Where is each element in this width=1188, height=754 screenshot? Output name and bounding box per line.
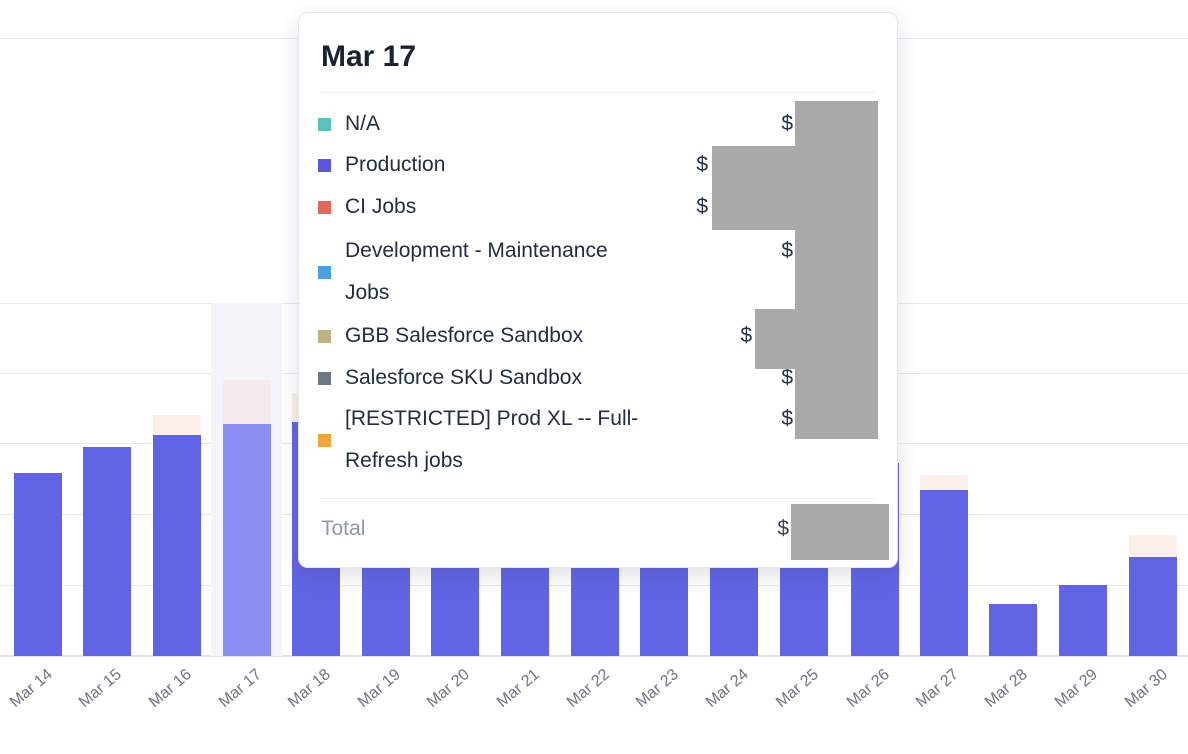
x-tick-label-mar-26: Mar 26 — [844, 666, 894, 712]
bar-segment-production — [83, 447, 131, 656]
x-tick-label-mar-24: Mar 24 — [703, 666, 753, 712]
bar-segment-cap — [153, 415, 201, 435]
x-tick-label-mar-20: Mar 20 — [424, 666, 474, 712]
x-tick-label-mar-27: Mar 27 — [913, 666, 963, 712]
bar-segment-cap — [920, 475, 968, 490]
x-tick-label-mar-18: Mar 18 — [285, 666, 335, 712]
x-tick-label-mar-16: Mar 16 — [146, 666, 196, 712]
tooltip-series-label: N/A — [345, 103, 380, 145]
bar-mar-28[interactable] — [989, 604, 1037, 656]
x-tick-label-mar-14: Mar 14 — [7, 666, 57, 712]
tooltip-value-currency: $ — [696, 186, 708, 228]
tooltip-value-currency: $ — [781, 103, 793, 145]
bar-mar-29[interactable] — [1059, 585, 1107, 656]
bar-segment-production — [989, 604, 1037, 656]
tooltip-total-currency: $ — [777, 508, 789, 550]
x-tick-label-mar-19: Mar 19 — [355, 666, 405, 712]
bar-mar-15[interactable] — [83, 447, 131, 656]
legend-swatch-n-a — [318, 118, 331, 131]
bar-segment-production — [920, 490, 968, 656]
chart-tooltip: Mar 17 N/A $ Production $ CI Jobs $ Developmen… — [298, 12, 898, 568]
tooltip-divider-top — [321, 92, 875, 93]
tooltip-series-label: GBB Salesforce Sandbox — [345, 315, 583, 357]
legend-swatch-ci-jobs — [318, 201, 331, 214]
cost-over-time-chart: Mar 14 Mar 15 Mar 16 Mar 17 Mar 18 Mar 19 Mar … — [0, 0, 1188, 754]
bar-segment-production — [153, 435, 201, 656]
x-tick-label-mar-25: Mar 25 — [773, 666, 823, 712]
x-tick-label-mar-29: Mar 29 — [1052, 666, 1102, 712]
legend-swatch-gbb-salesforce-sandbox — [318, 330, 331, 343]
tooltip-series-label: Production — [345, 144, 445, 186]
bar-segment-production — [1059, 585, 1107, 656]
x-tick-label-mar-28: Mar 28 — [982, 666, 1032, 712]
x-tick-label-mar-23: Mar 23 — [633, 666, 683, 712]
bar-segment-production — [223, 424, 271, 656]
bar-segment-cap — [1129, 535, 1177, 557]
x-tick-label-mar-22: Mar 22 — [564, 666, 614, 712]
redaction-box-value-total — [791, 504, 889, 560]
tooltip-series-label: [RESTRICTED] Prod XL -- Full- Refresh jo… — [345, 398, 638, 482]
legend-swatch-development-maintenance-jobs — [318, 266, 331, 279]
tooltip-value-currency: $ — [781, 398, 793, 440]
x-tick-label-mar-21: Mar 21 — [494, 666, 544, 712]
tooltip-value-currency: $ — [781, 230, 793, 272]
tooltip-value-currency: $ — [696, 144, 708, 186]
x-tick-label-mar-17: Mar 17 — [216, 666, 266, 712]
tooltip-series-label: Salesforce SKU Sandbox — [345, 357, 582, 399]
tooltip-value-currency: $ — [740, 315, 752, 357]
bar-mar-16[interactable] — [153, 415, 201, 656]
bar-segment-cap — [223, 380, 271, 424]
bar-mar-27[interactable] — [920, 475, 968, 656]
tooltip-divider-bottom — [321, 498, 875, 499]
tooltip-series-label: Development - Maintenance Jobs — [345, 230, 608, 314]
x-tick-label-mar-30: Mar 30 — [1122, 666, 1172, 712]
legend-swatch-production — [318, 159, 331, 172]
redaction-box-values-na-to-restricted — [795, 101, 878, 439]
tooltip-title: Mar 17 — [321, 40, 416, 74]
bar-segment-production — [14, 473, 62, 656]
redaction-box-value-gbb — [755, 309, 795, 369]
x-tick-label-mar-15: Mar 15 — [76, 666, 126, 712]
bar-segment-production — [1129, 557, 1177, 656]
tooltip-series-label: CI Jobs — [345, 186, 416, 228]
legend-swatch-restricted-prod-xl-full-refresh-jobs — [318, 434, 331, 447]
bar-mar-30[interactable] — [1129, 535, 1177, 656]
tooltip-total-label: Total — [321, 508, 365, 550]
redaction-box-values-production-ci — [712, 146, 795, 230]
bar-mar-14[interactable] — [14, 473, 62, 656]
legend-swatch-salesforce-sku-sandbox — [318, 372, 331, 385]
bar-mar-17[interactable] — [223, 380, 271, 656]
